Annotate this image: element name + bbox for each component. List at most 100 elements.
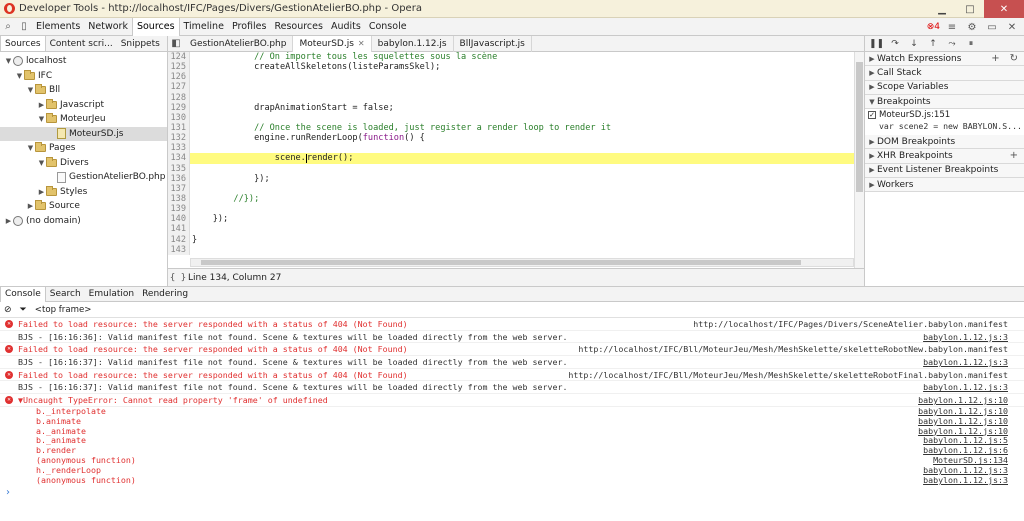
tab-profiles[interactable]: Profiles [228,18,271,36]
editor-tab-moteursd-js[interactable]: MoteurSD.js ✕ [293,35,372,52]
line-number[interactable]: 138 [168,193,190,205]
collapsed-arrow-icon[interactable]: ▶ [37,101,46,109]
sidebar-section-watch-expressions[interactable]: ▶ Watch Expressions + ↻ [865,52,1024,67]
pause-on-exceptions-icon[interactable]: ⏸ [964,39,978,49]
close-button[interactable]: ✕ [984,0,1024,18]
tree-item-ifc[interactable]: ▼ IFC [0,69,167,84]
sidebar-section-dom-breakpoints[interactable]: ▶ DOM Breakpoints [865,135,1024,150]
step-into-icon[interactable]: ↓ [907,39,921,49]
tab-timeline[interactable]: Timeline [180,18,228,36]
line-number[interactable]: 140 [168,214,190,225]
inspect-element-icon[interactable]: ⌕ [0,19,16,35]
drawer-toggle-icon[interactable]: ≡ [944,19,960,35]
minimize-button[interactable]: ▁ [928,0,956,18]
drawer-tab-console[interactable]: Console [0,286,46,302]
toggle-navigator-icon[interactable]: ◧ [168,36,184,52]
sidebar-section-scope-variables[interactable]: ▶ Scope Variables [865,80,1024,95]
step-over-icon[interactable]: ↷ [888,39,902,49]
editor-tab-blljavascript-js[interactable]: BllJavascript.js [454,35,532,52]
expanded-arrow-icon[interactable]: ▼ [37,159,46,167]
add-icon[interactable]: + [1010,150,1018,161]
expanded-arrow-icon[interactable]: ▼ [4,57,13,65]
vertical-scrollbar[interactable] [854,52,864,268]
line-number[interactable]: 131 [168,122,190,134]
code-line[interactable]: 131 // Once the scene is loaded, just re… [168,122,854,134]
refresh-icon[interactable]: ↻ [1010,53,1018,64]
source-link[interactable]: babylon.1.12.js:10 [918,394,1008,407]
collapsed-arrow-icon[interactable]: ▶ [867,55,877,63]
tree-item-javascript[interactable]: ▶ Javascript [0,98,167,113]
close-tab-icon[interactable]: ✕ [358,36,365,52]
source-link[interactable]: babylon.1.12.js:3 [923,331,1008,344]
source-link[interactable]: babylon.1.12.js:3 [923,475,1008,486]
pretty-print-icon[interactable]: { } [168,273,188,283]
tree-item-styles[interactable]: ▶ Styles [0,185,167,200]
sidebar-section-xhr-breakpoints[interactable]: ▶ XHR Breakpoints + [865,149,1024,164]
source-link[interactable]: babylon.1.12.js:3 [923,381,1008,394]
tab-resources[interactable]: Resources [270,18,327,36]
sidebar-section-event-listener-breakpoints[interactable]: ▶ Event Listener Breakpoints [865,163,1024,179]
tree-item-gestionatelierbo-php[interactable]: GestionAtelierBO.php [0,170,167,185]
tab-audits[interactable]: Audits [327,18,365,36]
dock-icon[interactable]: ▭ [984,19,1000,35]
drawer-tab-emulation[interactable]: Emulation [85,287,138,302]
line-number[interactable]: 134 [168,153,190,164]
deactivate-breakpoints-icon[interactable]: ⤳ [945,39,959,49]
code-line[interactable]: 140 }); [168,214,854,225]
code-line[interactable]: 132 engine.runRenderLoop(function() { [168,133,854,144]
code-line[interactable]: 138 //}); [168,193,854,205]
code-line[interactable]: 129 drapAnimationStart = false; [168,102,854,113]
line-number[interactable]: 129 [168,102,190,113]
code-line[interactable]: 128 [168,92,854,103]
collapsed-arrow-icon[interactable]: ▶ [37,188,46,196]
collapsed-arrow-icon[interactable]: ▶ [867,138,877,146]
expanded-arrow-icon[interactable]: ▼ [26,144,35,152]
line-number[interactable]: 130 [168,112,190,123]
drawer-tab-rendering[interactable]: Rendering [138,287,192,302]
tab-console[interactable]: Console [365,18,411,36]
code-line[interactable]: 139 [168,204,854,215]
line-number[interactable]: 139 [168,204,190,215]
code-line[interactable]: 137 [168,183,854,194]
filter-icon[interactable]: ⏷ [20,305,27,315]
code-line[interactable]: 127 [168,82,854,93]
console-prompt[interactable]: › [0,486,1024,500]
navigator-tab-sources[interactable]: Sources [0,36,46,51]
maximize-button[interactable]: □ [956,0,984,18]
collapsed-arrow-icon[interactable]: ▶ [867,152,877,160]
tree-item-pages[interactable]: ▼ Pages [0,141,167,156]
line-number[interactable]: 128 [168,92,190,103]
code-line[interactable]: 136 }); [168,173,854,184]
tree-item-no-domain[interactable]: ▶ (no domain) [0,214,167,229]
pause-icon[interactable]: ❚❚ [869,39,884,49]
collapsed-arrow-icon[interactable]: ▶ [867,69,877,77]
navigator-tab-snippets[interactable]: Snippets [117,36,164,51]
code-line[interactable]: 141 [168,224,854,235]
sidebar-section-workers[interactable]: ▶ Workers [865,178,1024,193]
tree-item-divers[interactable]: ▼ Divers [0,156,167,171]
scrollbar-thumb[interactable] [201,260,801,265]
error-count-badge[interactable]: ⊗4 [927,22,940,32]
drawer-tab-search[interactable]: Search [46,287,85,302]
tab-network[interactable]: Network [84,18,132,36]
navigator-tab-content-scri[interactable]: Content scri... [46,36,117,51]
code-line[interactable]: 125 createAllSkeletons(listeParamsSkel); [168,62,854,73]
code-line[interactable]: 124 // On importe tous les squelettes so… [168,52,854,63]
tree-item-bll[interactable]: ▼ Bll [0,83,167,98]
code-line[interactable]: 143 [168,244,854,255]
tree-item-moteurjeu[interactable]: ▼ MoteurJeu [0,112,167,127]
editor-tab-gestionatelierbo-php[interactable]: GestionAtelierBO.php [184,35,294,52]
code-line[interactable]: 133 [168,143,854,154]
tab-elements[interactable]: Elements [32,18,84,36]
code-line[interactable]: 130 [168,112,854,123]
device-mode-icon[interactable]: ▯ [16,19,32,35]
line-number[interactable]: 126 [168,72,190,83]
clear-console-icon[interactable]: ⊘ [4,305,12,315]
expanded-arrow-icon[interactable]: ▼ [15,72,24,80]
collapsed-arrow-icon[interactable]: ▶ [867,83,877,91]
code-line[interactable]: 126 [168,72,854,83]
expanded-arrow-icon[interactable]: ▼ [867,98,877,106]
tree-item-moteursd-js[interactable]: MoteurSD.js [0,126,167,141]
close-devtools-icon[interactable]: ✕ [1004,19,1020,35]
line-number[interactable]: 133 [168,143,190,154]
